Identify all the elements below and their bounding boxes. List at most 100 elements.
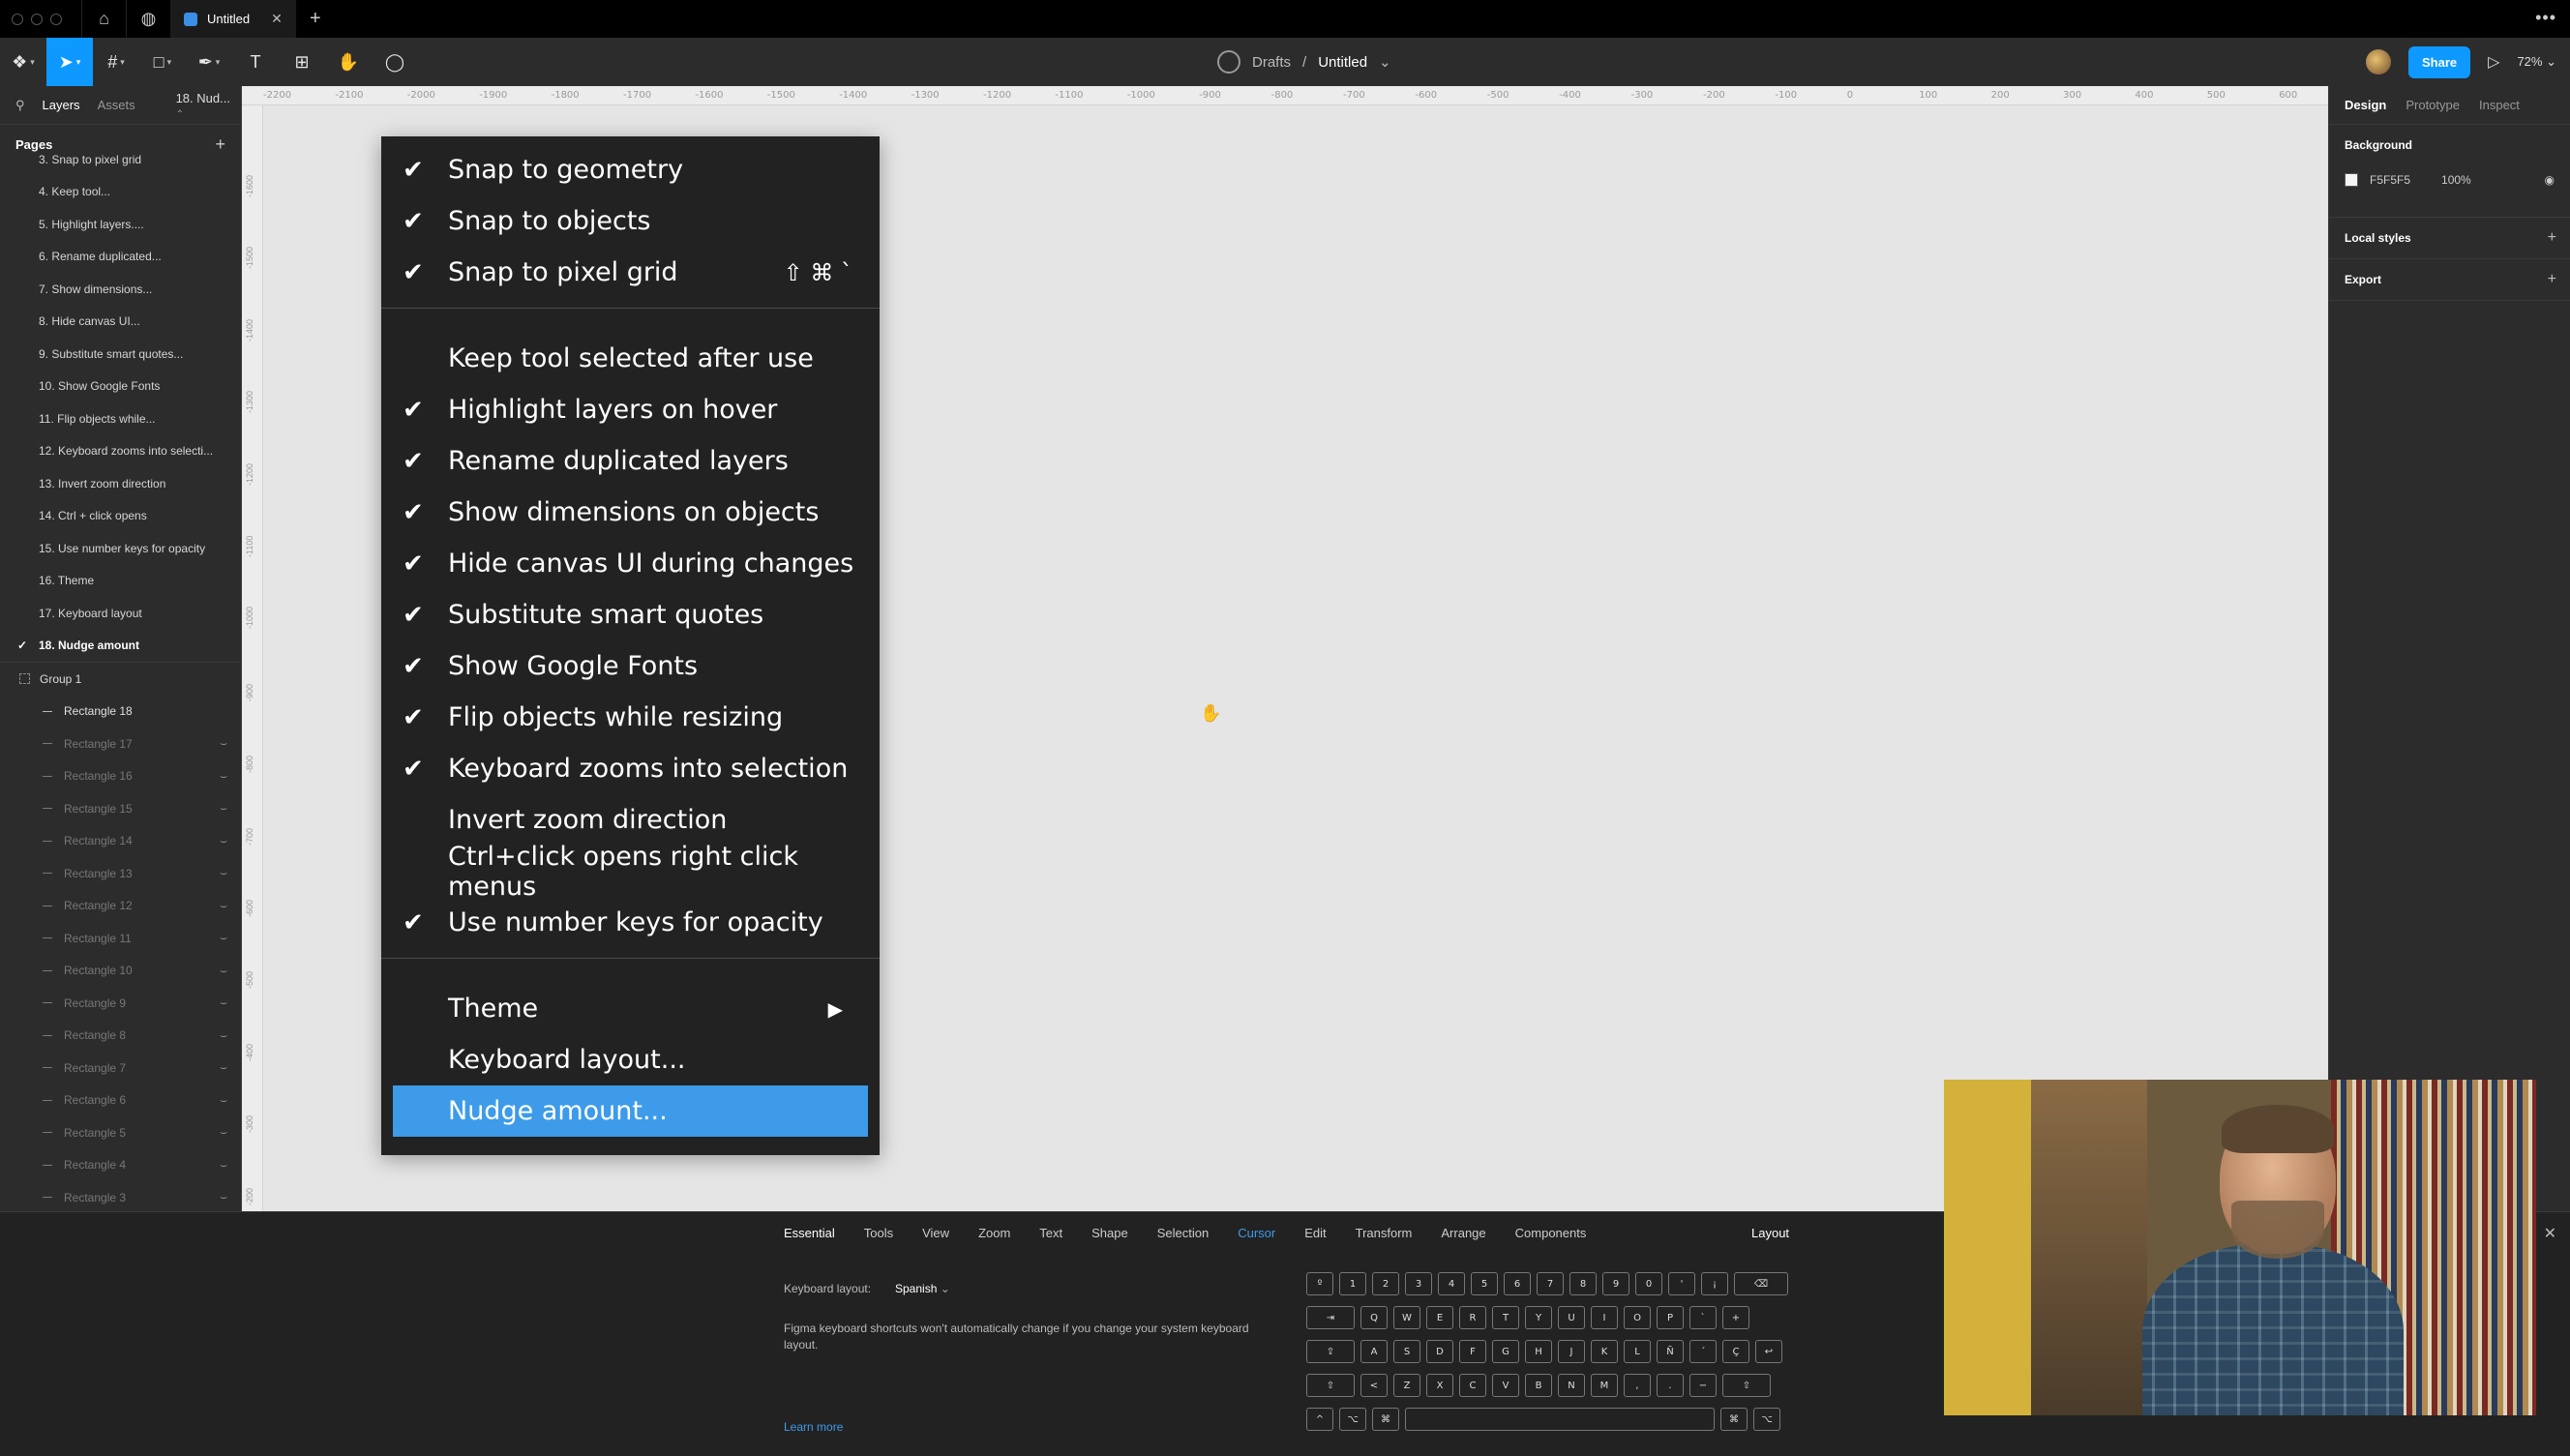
current-page-selector[interactable]: 18. Nud... ⌃ (176, 91, 241, 120)
hidden-eye-icon[interactable]: ⌣ (220, 769, 227, 784)
hidden-eye-icon[interactable]: ⌣ (220, 1125, 227, 1140)
window-controls[interactable] (12, 13, 62, 25)
layer-row[interactable]: Rectangle 12 ⌣ (0, 890, 241, 923)
minimize-window-icon[interactable] (31, 13, 43, 25)
tab-design[interactable]: Design (2345, 98, 2386, 112)
page-item[interactable]: ✓ 18. Nudge amount (0, 630, 241, 663)
comment-tool-icon[interactable]: ◯ (372, 38, 418, 86)
hidden-eye-icon[interactable]: ⌣ (220, 899, 227, 913)
menu-item[interactable]: ✔ Flip objects while resizing (381, 692, 880, 743)
hidden-eye-icon[interactable]: ⌣ (220, 801, 227, 816)
eye-icon[interactable]: ◉ (2545, 173, 2555, 187)
tab-prototype[interactable]: Prototype (2406, 98, 2460, 112)
layer-row[interactable]: Rectangle 7 ⌣ (0, 1052, 241, 1085)
background-opacity[interactable]: 100% (2441, 173, 2471, 187)
menu-item[interactable]: ✔ Highlight layers on hover (381, 384, 880, 435)
background-swatch[interactable] (2345, 173, 2358, 187)
layer-row[interactable]: Rectangle 11 ⌣ (0, 922, 241, 955)
tab-layout[interactable]: Layout (1751, 1226, 1789, 1240)
move-tool-icon[interactable]: ➤ ▾ (46, 38, 93, 86)
tab-tools[interactable]: Tools (864, 1226, 893, 1240)
menu-item[interactable]: ✔ Use number keys for opacity (381, 897, 880, 948)
hidden-eye-icon[interactable]: ⌣ (220, 1158, 227, 1173)
layer-row[interactable]: Rectangle 18 (0, 696, 241, 728)
menu-item[interactable]: Ctrl+click opens right click menus (381, 842, 880, 902)
layer-row[interactable]: Rectangle 3 ⌣ (0, 1181, 241, 1211)
menu-item[interactable]: ✔ Show Google Fonts (381, 640, 880, 692)
zoom-dropdown[interactable]: 72% ⌄ (2517, 54, 2556, 70)
search-icon[interactable]: ⚲ (15, 98, 25, 113)
page-item[interactable]: 6. Rename duplicated... (0, 241, 241, 274)
avatar[interactable] (2366, 49, 2391, 74)
hidden-eye-icon[interactable]: ⌣ (220, 964, 227, 978)
pen-tool-icon[interactable]: ✒ ▾ (186, 38, 232, 86)
menu-item[interactable]: ✔ Substitute smart quotes (381, 589, 880, 640)
layer-row[interactable]: Rectangle 4 ⌣ (0, 1149, 241, 1182)
home-icon[interactable]: ⌂ (81, 0, 126, 38)
close-tab-icon[interactable]: ✕ (271, 11, 283, 27)
hidden-eye-icon[interactable]: ⌣ (220, 736, 227, 751)
new-tab-icon[interactable]: + (296, 8, 335, 30)
menu-item[interactable]: ✔ Snap to pixel grid ⇧ ⌘ ` (381, 247, 880, 298)
shape-tool-icon[interactable]: □ ▾ (139, 38, 186, 86)
hand-tool-icon[interactable]: ✋ (325, 38, 372, 86)
menu-item[interactable]: Keyboard layout... (381, 1034, 880, 1085)
learn-more-link[interactable]: Learn more (784, 1420, 843, 1434)
menu-item[interactable]: Keep tool selected after use (381, 333, 880, 384)
hidden-eye-icon[interactable]: ⌣ (220, 1028, 227, 1043)
hidden-eye-icon[interactable]: ⌣ (220, 931, 227, 945)
tab-assets[interactable]: Assets (98, 98, 135, 112)
chevron-down-icon[interactable]: ⌄ (1379, 53, 1391, 71)
menu-item[interactable]: ✔ Hide canvas UI during changes (381, 538, 880, 589)
frame-tool-icon[interactable]: # ▾ (93, 38, 139, 86)
layer-group[interactable]: Group 1 (0, 663, 241, 696)
tab-essential[interactable]: Essential (784, 1226, 835, 1240)
resources-icon[interactable]: ⊞ (279, 38, 325, 86)
add-style-icon[interactable]: + (2548, 229, 2556, 247)
page-item[interactable]: 16. Theme (0, 565, 241, 598)
tab-selection[interactable]: Selection (1157, 1226, 1209, 1240)
page-item[interactable]: 8. Hide canvas UI... (0, 306, 241, 339)
close-window-icon[interactable] (12, 13, 23, 25)
file-name[interactable]: Untitled (1318, 54, 1367, 71)
page-item[interactable]: 10. Show Google Fonts (0, 371, 241, 403)
tab-layers[interactable]: Layers (43, 98, 80, 112)
page-item[interactable]: 5. Highlight layers.... (0, 208, 241, 241)
hidden-eye-icon[interactable]: ⌣ (220, 1093, 227, 1108)
menu-item[interactable]: ✔ Show dimensions on objects (381, 487, 880, 538)
share-button[interactable]: Share (2408, 45, 2471, 78)
page-item[interactable]: 14. Ctrl + click opens (0, 500, 241, 533)
file-tab[interactable]: Untitled ✕ (170, 0, 296, 38)
menu-item[interactable]: Nudge amount... (393, 1085, 868, 1137)
background-hex[interactable]: F5F5F5 (2370, 173, 2410, 187)
tab-view[interactable]: View (922, 1226, 949, 1240)
page-item[interactable]: 12. Keyboard zooms into selecti... (0, 435, 241, 468)
page-item[interactable]: 9. Substitute smart quotes... (0, 338, 241, 371)
tab-shape[interactable]: Shape (1091, 1226, 1128, 1240)
page-item[interactable]: 11. Flip objects while... (0, 402, 241, 435)
tab-components[interactable]: Components (1515, 1226, 1587, 1240)
page-item[interactable]: 4. Keep tool... (0, 176, 241, 209)
add-export-icon[interactable]: + (2548, 271, 2556, 288)
hidden-eye-icon[interactable]: ⌣ (220, 1060, 227, 1075)
more-options-icon[interactable]: ••• (2535, 8, 2556, 28)
main-menu-icon[interactable]: ❖ ▾ (0, 38, 46, 86)
hidden-eye-icon[interactable]: ⌣ (220, 834, 227, 848)
hidden-eye-icon[interactable]: ⌣ (220, 995, 227, 1010)
close-icon[interactable]: ✕ (2544, 1224, 2556, 1243)
breadcrumb-drafts[interactable]: Drafts (1252, 54, 1291, 71)
page-item[interactable]: 7. Show dimensions... (0, 273, 241, 306)
tab-cursor[interactable]: Cursor (1238, 1226, 1275, 1240)
hidden-eye-icon[interactable]: ⌣ (220, 1190, 227, 1204)
layer-row[interactable]: Rectangle 8 ⌣ (0, 1020, 241, 1053)
menu-item[interactable]: ✔ Snap to objects (381, 195, 880, 247)
layer-row[interactable]: Rectangle 15 ⌣ (0, 792, 241, 825)
layer-row[interactable]: Rectangle 16 ⌣ (0, 760, 241, 793)
layer-row[interactable]: Rectangle 9 ⌣ (0, 987, 241, 1020)
tab-edit[interactable]: Edit (1304, 1226, 1326, 1240)
tab-transform[interactable]: Transform (1356, 1226, 1413, 1240)
tab-inspect[interactable]: Inspect (2479, 98, 2520, 112)
community-globe-icon[interactable]: ◍ (126, 0, 170, 38)
menu-item[interactable]: Invert zoom direction (381, 794, 880, 846)
maximize-window-icon[interactable] (50, 13, 62, 25)
